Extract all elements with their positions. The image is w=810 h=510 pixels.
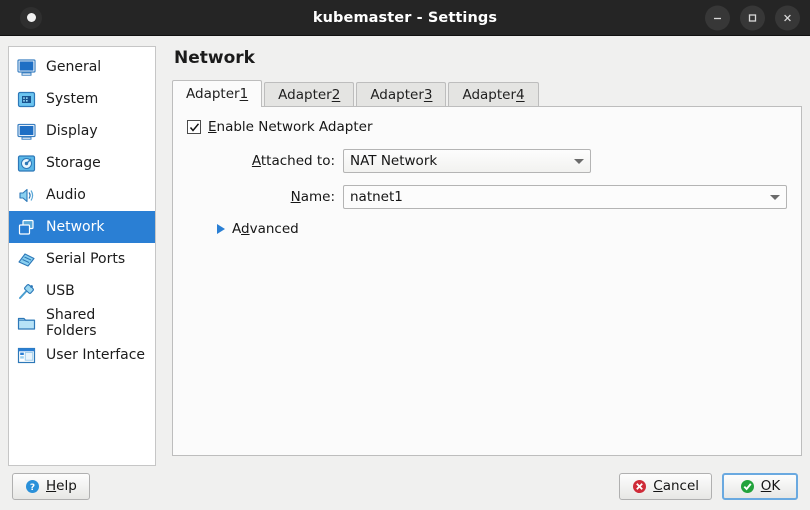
cancel-button-label: Cancel [653,478,699,494]
help-button-label: Help [46,478,77,494]
monitor-icon [15,56,37,78]
help-label-mnemonic: H [46,478,57,494]
footer-actions: Cancel OK [619,472,798,500]
sidebar-item-network[interactable]: Network [9,211,155,243]
help-button[interactable]: ? Help [12,472,90,500]
name-row: Name: natnet1 [187,185,787,209]
tab-label-mnemonic: 4 [516,86,525,103]
dialog-footer: ? Help Cancel OK [0,466,810,510]
ok-label-rest: K [771,478,781,494]
enable-network-adapter-checkbox[interactable] [187,120,201,134]
tab-label-prefix: Adapter [278,86,332,103]
settings-window: kubemaster - Settings General System Dis… [0,0,810,510]
maximize-icon[interactable] [740,5,765,30]
harddisk-icon [15,152,37,174]
sidebar-item-label: Storage [46,155,101,171]
tab-label-mnemonic: 3 [423,86,433,103]
name-combobox[interactable]: natnet1 [343,185,787,209]
ok-button[interactable]: OK [722,472,798,500]
tab-adapter-1[interactable]: Adapter 1 [172,80,263,107]
error-x-icon [632,479,647,494]
settings-category-list[interactable]: General System Display Storage Audio Net… [8,46,156,466]
sidebar-item-label: Shared Folders [46,307,97,339]
enable-network-adapter-label: Enable Network Adapter [208,119,373,135]
attached-to-value: NAT Network [350,153,438,169]
circle-dot-icon [20,6,42,29]
sidebar-item-user-interface[interactable]: User Interface [9,339,155,371]
attached-to-label: Attached to: [187,153,343,169]
cancel-label-mnemonic: C [653,478,663,494]
help-label-rest: elp [56,478,77,494]
minimize-icon[interactable] [705,5,730,30]
folder-icon [15,312,37,334]
sidebar-item-usb[interactable]: USB [9,275,155,307]
name-label-mnemonic: N [290,189,301,205]
help-question-icon: ? [25,479,40,494]
title-bar: kubemaster - Settings [0,0,810,36]
attached-to-label-mnemonic: A [251,153,261,169]
sidebar-item-label: System [46,91,99,107]
name-label-rest: ame: [300,189,335,205]
tab-adapter-2[interactable]: Adapter 2 [264,82,355,106]
sidebar-item-general[interactable]: General [9,51,155,83]
sidebar-item-label: USB [46,283,75,299]
motherboard-icon [15,88,37,110]
sidebar-item-shared-folders[interactable]: Shared Folders [9,307,155,339]
tab-label-prefix: Adapter [462,86,517,103]
sidebar-item-label: Display [46,123,98,139]
sidebar-item-label: User Interface [46,347,146,363]
usb-plug-icon [15,280,37,302]
serial-port-icon [15,248,37,270]
dialog-body: General System Display Storage Audio Net… [0,36,810,466]
tab-label-prefix: Adapter [186,85,240,102]
sidebar-item-label: General [46,59,102,75]
chevron-down-icon [770,194,780,200]
attached-to-row: Attached to: NAT Network [187,149,787,173]
adapter-1-panel: Enable Network Adapter Attached to: NAT … [172,106,802,456]
cancel-label-rest: ancel [662,478,699,494]
svg-text:?: ? [30,483,35,493]
tab-label-mnemonic: 1 [239,85,249,102]
enable-network-adapter-row[interactable]: Enable Network Adapter [187,119,787,135]
sidebar-item-storage[interactable]: Storage [9,147,155,179]
cancel-button[interactable]: Cancel [619,472,712,500]
checkbox-label-rest: nable Network Adapter [216,119,373,135]
sidebar-item-label: Serial Ports [46,251,126,267]
display-icon [15,120,37,142]
window-layout-icon [15,344,37,366]
advanced-label-pre: A [232,221,241,237]
attached-to-combobox[interactable]: NAT Network [343,149,591,173]
checkbox-label-mnemonic: E [208,119,217,135]
chevron-right-icon [217,224,225,234]
name-value: natnet1 [350,189,403,205]
sidebar-item-label: Audio [46,187,86,203]
speaker-icon [15,184,37,206]
tab-label-mnemonic: 2 [331,86,341,103]
ok-button-label: OK [761,478,781,494]
close-icon[interactable] [775,5,800,30]
sidebar-item-serial-ports[interactable]: Serial Ports [9,243,155,275]
adapter-tabs[interactable]: Adapter 1 Adapter 2 Adapter 3 Adapter 4 [164,80,802,107]
network-cards-icon [15,216,37,238]
advanced-label: Advanced [232,221,299,237]
success-check-icon [740,479,755,494]
tab-adapter-4[interactable]: Adapter 4 [448,82,539,106]
ok-label-mnemonic: O [760,478,772,494]
name-label: Name: [187,189,343,205]
sidebar-item-label: Network [46,219,105,235]
advanced-label-rest: vanced [249,221,299,237]
sidebar-item-audio[interactable]: Audio [9,179,155,211]
advanced-label-mnemonic: d [241,221,250,237]
attached-to-label-rest: ttached to: [260,153,335,169]
window-controls [705,5,800,30]
tab-label-prefix: Adapter [370,86,424,103]
sidebar-item-display[interactable]: Display [9,115,155,147]
tab-adapter-3[interactable]: Adapter 3 [356,82,447,106]
sidebar-item-system[interactable]: System [9,83,155,115]
page-title: Network [174,48,255,68]
window-title: kubemaster - Settings [312,9,498,26]
advanced-expander[interactable]: Advanced [187,221,787,237]
settings-content: Network Adapter 1 Adapter 2 Adapter 3 Ad… [164,46,802,466]
chevron-down-icon [574,158,584,164]
